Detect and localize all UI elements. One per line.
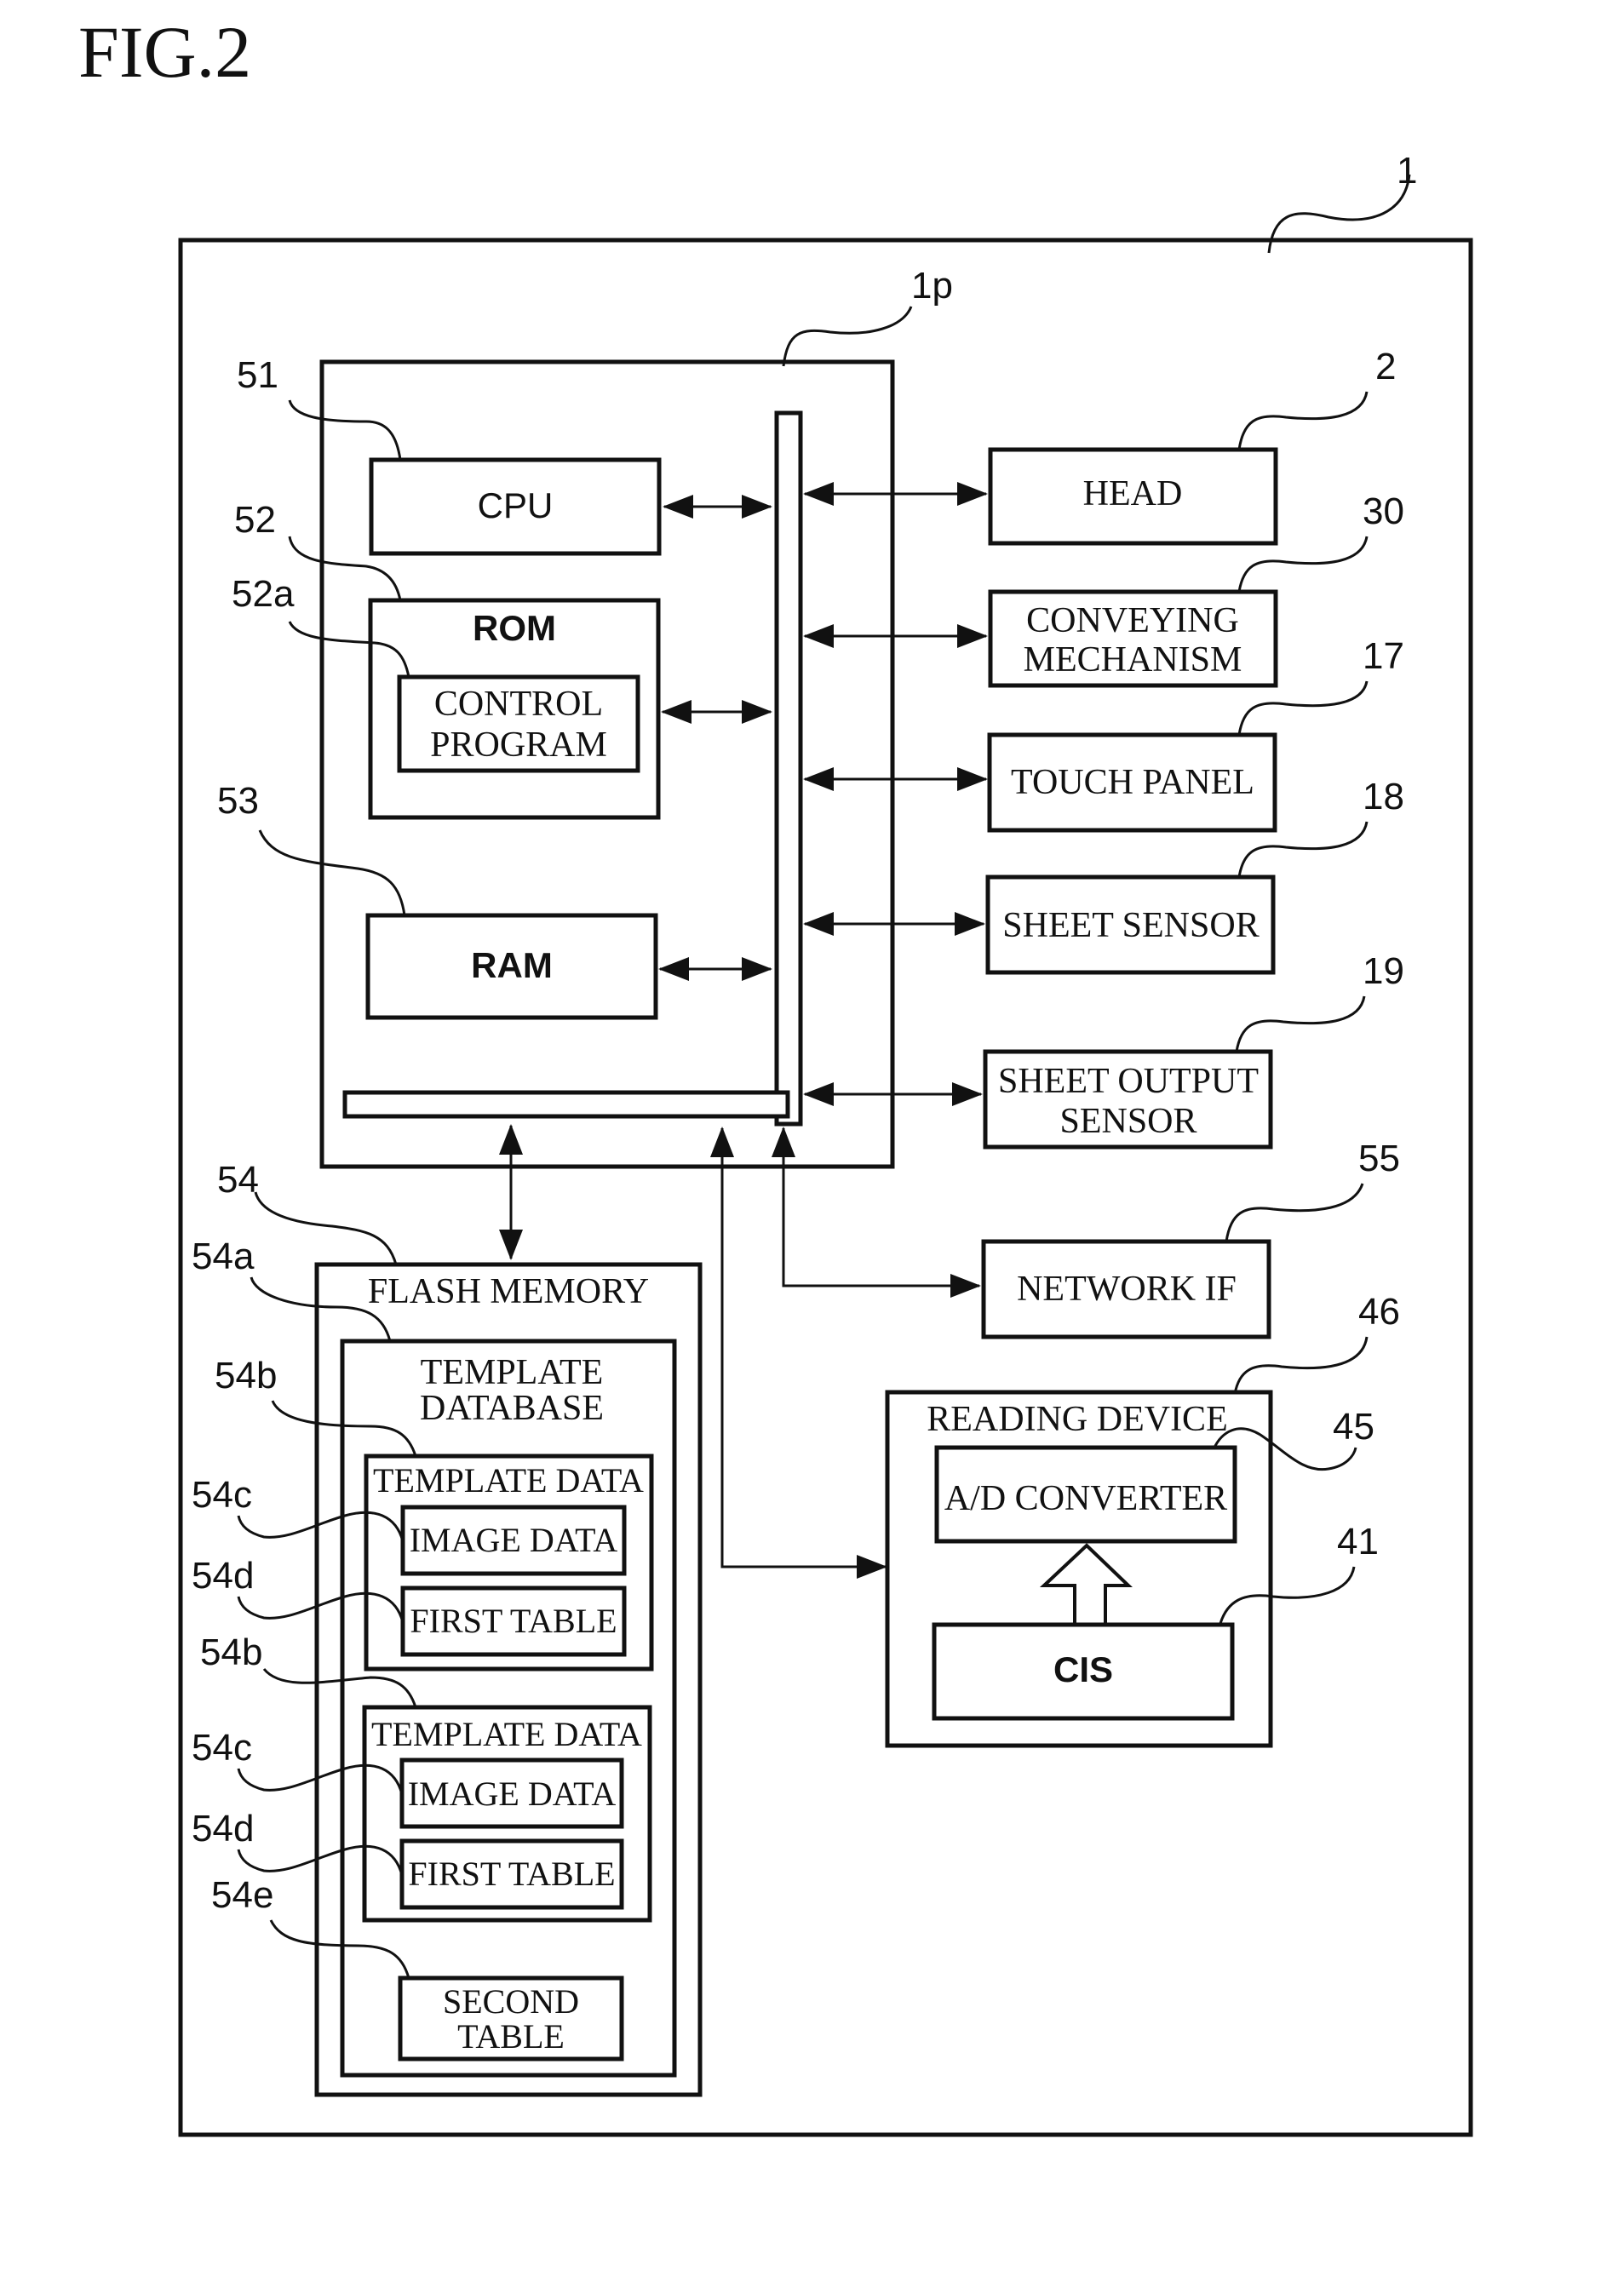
cpu-label: CPU xyxy=(478,485,554,525)
ref-device: 1 xyxy=(1397,150,1417,192)
ref-sheet-output-sensor: 19 xyxy=(1363,950,1404,992)
flash-memory-label: FLASH MEMORY xyxy=(368,1272,649,1311)
internal-bus-vertical xyxy=(774,410,803,1127)
ref-template-data-2: 54b xyxy=(200,1631,262,1673)
ref-head: 2 xyxy=(1375,346,1396,387)
touch-panel-label: TOUCH PANEL xyxy=(1011,763,1254,802)
template-data-label-1: TEMPLATE DATA xyxy=(373,1461,644,1500)
ref-controller: 1p xyxy=(911,265,953,307)
ref-flash: 54 xyxy=(217,1159,259,1201)
ref-sheet-sensor: 18 xyxy=(1363,776,1404,817)
ref-ad-converter: 45 xyxy=(1333,1406,1374,1448)
second-table-label-2: TABLE xyxy=(457,2017,565,2056)
image-data-label-2: IMAGE DATA xyxy=(408,1775,617,1813)
internal-bus-horizontal xyxy=(342,1090,790,1119)
ref-conveying: 30 xyxy=(1363,490,1404,532)
head-label: HEAD xyxy=(1083,474,1183,513)
ref-image-data-1: 54c xyxy=(192,1474,252,1516)
cis-label: CIS xyxy=(1053,1649,1113,1689)
block-diagram: FIG.2 1 1p CPU 51 ROM 52 CONTROL PROGRAM… xyxy=(78,11,1473,2137)
ref-ram: 53 xyxy=(217,780,259,822)
sheet-output-sensor-label-1: SHEET OUTPUT xyxy=(998,1062,1259,1101)
ref-first-table-1: 54d xyxy=(192,1555,254,1597)
reading-device-label: READING DEVICE xyxy=(927,1400,1227,1439)
ref-touch-panel: 17 xyxy=(1363,635,1404,677)
ad-converter-label: A/D CONVERTER xyxy=(944,1479,1227,1518)
sheet-sensor-label: SHEET SENSOR xyxy=(1002,906,1259,945)
image-data-label-1: IMAGE DATA xyxy=(410,1521,618,1559)
template-database-label-1: TEMPLATE xyxy=(421,1353,604,1392)
template-data-label-2: TEMPLATE DATA xyxy=(371,1715,642,1753)
control-program-label-1: CONTROL xyxy=(434,685,603,724)
first-table-label-1: FIRST TABLE xyxy=(410,1602,617,1640)
sheet-output-sensor-label-2: SENSOR xyxy=(1059,1102,1196,1141)
figure-canvas: FIG.2 1 1p CPU 51 ROM 52 CONTROL PROGRAM… xyxy=(0,0,1624,2288)
rom-label: ROM xyxy=(473,608,556,648)
first-table-label-2: FIRST TABLE xyxy=(408,1855,615,1893)
conveying-label-2: MECHANISM xyxy=(1024,640,1242,680)
network-if-label: NETWORK IF xyxy=(1017,1270,1237,1309)
ref-reading-device: 46 xyxy=(1358,1291,1400,1333)
ref-template-data-1: 54b xyxy=(215,1355,277,1396)
template-database-label-2: DATABASE xyxy=(420,1389,604,1428)
ref-first-table-2: 54d xyxy=(192,1808,254,1849)
ref-cpu: 51 xyxy=(237,354,278,396)
ref-image-data-2: 54c xyxy=(192,1727,252,1769)
ref-cis: 41 xyxy=(1337,1521,1379,1563)
ram-label: RAM xyxy=(471,945,553,985)
figure-title: FIG.2 xyxy=(78,11,251,93)
ref-control-program: 52a xyxy=(232,573,295,615)
ref-template-db: 54a xyxy=(192,1236,255,1277)
second-table-label-1: SECOND xyxy=(443,1982,579,2021)
ref-network-if: 55 xyxy=(1358,1138,1400,1179)
conveying-label-1: CONVEYING xyxy=(1026,601,1239,640)
ref-second-table: 54e xyxy=(211,1874,273,1916)
ref-rom: 52 xyxy=(234,499,276,541)
control-program-label-2: PROGRAM xyxy=(430,725,607,765)
